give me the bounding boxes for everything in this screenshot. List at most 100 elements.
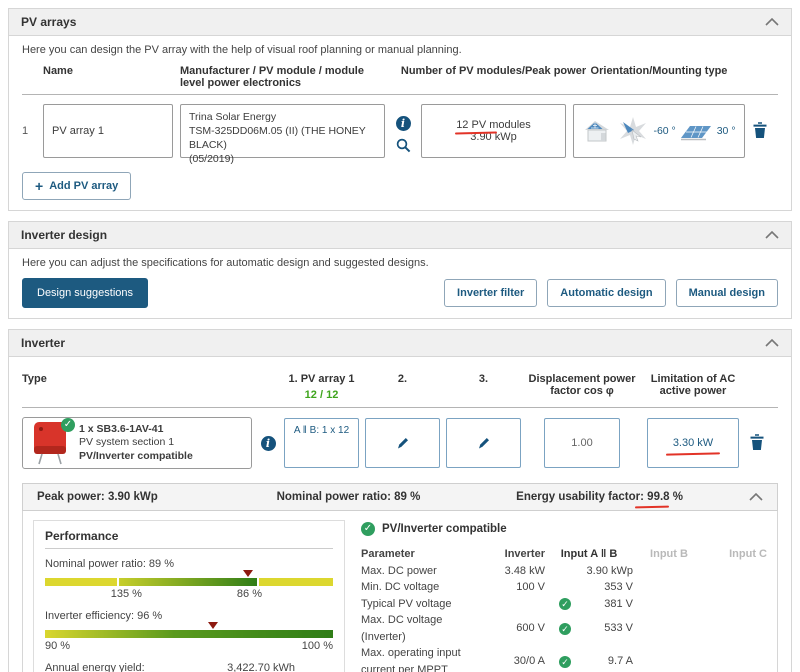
- performance-box: Performance Nominal power ratio: 89 % 13…: [33, 520, 345, 672]
- gauge-marker: [208, 622, 219, 629]
- inverter-design-title: Inverter design: [21, 228, 108, 242]
- roof-house-icon: [585, 121, 610, 142]
- inverter-info-icon[interactable]: [260, 435, 276, 451]
- inverter-column-headers: Type 1. PV array 1 12 / 12 2. 3. Displac…: [22, 365, 778, 408]
- automatic-design-button[interactable]: Automatic design: [547, 279, 666, 307]
- header-inverter: Inverter: [504, 548, 545, 560]
- assigned-modules-count: 12 / 12: [304, 389, 339, 401]
- annotation-underline-red: [634, 505, 670, 509]
- inverter-filter-button[interactable]: Inverter filter: [444, 279, 538, 307]
- check-circle-icon: [559, 655, 571, 668]
- pencil-edit-icon: [478, 438, 489, 449]
- cos-phi-box[interactable]: 1.00: [544, 418, 620, 468]
- input-3-edit-box[interactable]: [446, 418, 521, 468]
- check-circle-icon: [559, 597, 571, 610]
- compatibility-title: PV/Inverter compatible: [382, 523, 507, 535]
- magnifier-icon[interactable]: [396, 138, 411, 153]
- compat-table-row: Typical PV voltage 381 V: [361, 596, 767, 613]
- input-1-config: A ‖ B: 1 x 12: [293, 425, 350, 436]
- ac-limit-value: 3.30 kW: [672, 437, 714, 449]
- performance-stats: Annual energy yield: 3,422.70 kWh Spec. …: [45, 661, 333, 672]
- manual-design-button[interactable]: Manual design: [675, 279, 778, 307]
- column-manufacturer: Manufacturer / PV module / module level …: [180, 65, 364, 89]
- compat-table-row: Max. DC voltage (Inverter) 600 V 533 V: [361, 612, 767, 645]
- compat-table-row: Min. DC voltage 100 V 353 V: [361, 581, 633, 593]
- collapse-chevron-icon[interactable]: [765, 339, 779, 347]
- orientation-box[interactable]: -60 ° 30 °: [573, 104, 745, 158]
- inverter-detail-area: Performance Nominal power ratio: 89 % 13…: [22, 511, 778, 672]
- column-input-2: 2.: [397, 373, 408, 385]
- cos-phi-value: 1.00: [571, 437, 593, 449]
- pv-array-row: 1 Trina Solar Energy TSM-325DD06M.05 (II…: [22, 95, 778, 165]
- summary-peak-power: Peak power: 3.90 kWp: [37, 491, 158, 503]
- inverter-panel-header: Inverter: [9, 330, 791, 357]
- energy-usability-value: 99.8 %: [647, 491, 683, 503]
- inverter-efficiency-gauge: [45, 622, 333, 638]
- inverter-title: Inverter: [21, 336, 66, 350]
- compatible-check-icon: [61, 418, 75, 432]
- compatible-check-icon: [361, 522, 375, 536]
- pv-arrays-title: PV arrays: [21, 15, 77, 29]
- row-index: 1: [22, 125, 29, 137]
- header-input-b: Input B: [650, 548, 688, 560]
- compatibility-section: PV/Inverter compatible Parameter Inverte…: [361, 520, 767, 672]
- pv-module-selector[interactable]: Trina Solar Energy TSM-325DD06M.05 (II) …: [180, 104, 385, 165]
- inverter-card[interactable]: 1 x SB3.6-1AV-41 PV system section 1 PV/…: [22, 417, 252, 469]
- pv-arrays-panel-header: PV arrays: [9, 9, 791, 36]
- module-info-icon[interactable]: [395, 115, 411, 131]
- ac-limit-box[interactable]: 3.30 kW: [647, 418, 739, 468]
- compat-table-row: Max. DC power 3.48 kW 3.90 kWp: [361, 564, 633, 577]
- input-2-edit-box[interactable]: [365, 418, 440, 468]
- compass-azimuth-icon: [619, 117, 646, 145]
- check-circle-icon: [559, 622, 571, 635]
- collapse-chevron-icon[interactable]: [765, 18, 779, 26]
- input-1-config-box[interactable]: A ‖ B: 1 x 12: [284, 418, 359, 468]
- compat-table-header: Parameter Inverter Input A ‖ B Input B I…: [361, 546, 767, 563]
- header-input-c: Input C: [729, 548, 767, 560]
- summary-nominal-power-ratio: Nominal power ratio: 89 %: [276, 491, 421, 503]
- compat-table-row: Max. operating input current per MPPT 30…: [361, 645, 767, 672]
- plus-icon: +: [35, 178, 44, 194]
- collapse-chevron-icon[interactable]: [749, 493, 763, 501]
- inverter-panel: Inverter Type 1. PV array 1 12 / 12 2. 3…: [8, 329, 792, 672]
- collapse-chevron-icon[interactable]: [765, 231, 779, 239]
- inverter-design-description: Here you can adjust the specifications f…: [22, 257, 429, 269]
- delete-inverter-icon[interactable]: [749, 433, 765, 451]
- pv-array-name-input[interactable]: [43, 104, 173, 158]
- inverter-summary-bar: Peak power: 3.90 kWp Nominal power ratio…: [22, 483, 778, 511]
- design-suggestions-button[interactable]: Design suggestions: [22, 278, 149, 308]
- compatibility-status: PV/Inverter compatible: [79, 449, 193, 462]
- column-name: Name: [43, 65, 73, 77]
- inverter-efficiency-label: Inverter efficiency: 96 %: [45, 610, 163, 622]
- eff-tick-left: 90 %: [45, 640, 71, 652]
- module-date: (05/2019): [189, 153, 234, 165]
- pencil-edit-icon: [397, 438, 408, 449]
- performance-title: Performance: [45, 529, 333, 549]
- column-ac-limit: Limitation of AC active power: [650, 373, 736, 397]
- header-input-ab: Input A ‖ B: [560, 548, 618, 560]
- module-count-box[interactable]: 12 PV modules 3.90 kWp: [421, 104, 566, 158]
- add-pv-array-button[interactable]: + Add PV array: [22, 172, 132, 200]
- module-count: 12 PV modules: [456, 119, 531, 131]
- module-model: TSM-325DD06M.05 (II) (THE HONEY BLACK): [189, 125, 366, 151]
- summary-energy-usability: Energy usability factor: 99.8 %: [516, 491, 683, 509]
- azimuth-value: -60 °: [653, 125, 676, 137]
- npr-tick-left: 135 %: [110, 588, 142, 600]
- module-manufacturer: Trina Solar Energy: [189, 111, 277, 123]
- inverter-row: 1 x SB3.6-1AV-41 PV system section 1 PV/…: [22, 408, 778, 471]
- annotation-underline-red: [665, 452, 721, 456]
- pv-system-section: PV system section 1: [79, 436, 175, 449]
- compatibility-table: Parameter Inverter Input A ‖ B Input B I…: [361, 546, 767, 672]
- column-cos-phi: Displacement power factor cos φ: [528, 373, 636, 397]
- column-orientation: Orientation/Mounting type: [590, 65, 728, 77]
- header-parameter: Parameter: [361, 548, 415, 560]
- column-input-3: 3.: [478, 373, 489, 385]
- delete-pv-array-icon[interactable]: [752, 121, 768, 139]
- inverter-model: 1 x SB3.6-1AV-41: [79, 422, 164, 435]
- column-pv-array-1: 1. PV array 1: [288, 373, 355, 385]
- tilt-panel-icon: [681, 126, 712, 141]
- column-modules: Number of PV modules/Peak power: [400, 65, 587, 77]
- inverter-design-panel-header: Inverter design: [9, 222, 791, 249]
- pv-arrays-description: Here you can design the PV array with th…: [22, 44, 462, 56]
- inverter-design-panel: Inverter design Here you can adjust the …: [8, 221, 792, 319]
